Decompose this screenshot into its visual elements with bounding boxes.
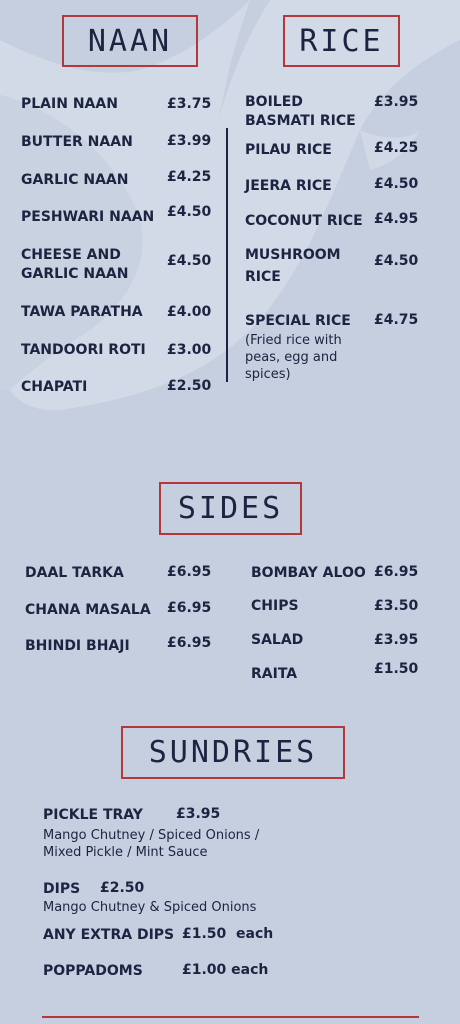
rice-item-name: COCONUT RICE	[245, 213, 363, 229]
naan-item-price: £4.00	[167, 304, 212, 320]
rice-item-name: MUSHROOM RICE	[245, 247, 341, 285]
naan-section-title: NAAN	[62, 15, 198, 67]
sundries-title-text: SUNDRIES	[148, 735, 318, 770]
rice-item-price: £4.75	[374, 312, 419, 328]
naan-item-price: £3.00	[167, 342, 212, 358]
sides-section-title: SIDES	[159, 482, 302, 535]
dips-price: £2.50	[100, 880, 145, 896]
naan-item-price: £3.99	[167, 133, 212, 149]
pickle-tray-name: PICKLE TRAY	[43, 807, 143, 823]
naan-item-name: PESHWARI NAAN	[21, 209, 155, 225]
pickle-tray-note: Mango Chutney / Spiced Onions / Mixed Pi…	[43, 828, 260, 860]
naan-item-price: £4.50	[167, 253, 212, 269]
rice-item-price: £4.50	[374, 176, 419, 192]
naan-item-name: BUTTER NAAN	[21, 134, 133, 150]
sides-item-price: £6.95	[167, 635, 212, 651]
sides-item-name: CHANA MASALA	[25, 602, 151, 618]
rice-item-price: £4.25	[374, 140, 419, 156]
pickle-tray-price: £3.95	[176, 806, 221, 822]
naan-item-price: £2.50	[167, 378, 212, 394]
rice-item-note: (Fried rice with peas, egg and spices)	[245, 333, 342, 382]
naan-item-name: PLAIN NAAN	[21, 96, 118, 112]
dips-note: Mango Chutney & Spiced Onions	[43, 900, 257, 915]
rice-item-name: PILAU RICE	[245, 142, 332, 158]
extra-dips-name: ANY EXTRA DIPS	[43, 927, 175, 943]
sides-item-name: BOMBAY ALOO	[251, 565, 366, 581]
sides-item-name: RAITA	[251, 666, 298, 682]
sides-item-name: BHINDI BHAJI	[25, 638, 130, 654]
naan-item-name: TANDOORI ROTI	[21, 342, 146, 358]
sundries-section-title: SUNDRIES	[121, 726, 345, 779]
sides-item-price: £3.50	[374, 598, 419, 614]
sides-item-name: CHIPS	[251, 598, 299, 614]
rice-item-price: £4.50	[374, 253, 419, 269]
sides-item-price: £6.95	[167, 564, 212, 580]
dips-name: DIPS	[43, 881, 81, 897]
sides-title-text: SIDES	[177, 491, 284, 526]
poppadoms-price: £1.00 each	[182, 962, 269, 978]
sides-item-price: £3.95	[374, 632, 419, 648]
sides-item-price: £6.95	[167, 600, 212, 616]
poppadoms-name: POPPADOMS	[43, 963, 143, 979]
sides-item-name: SALAD	[251, 632, 304, 648]
rice-item-name: BOILED BASMATI RICE	[245, 94, 356, 129]
sides-item-name: DAAL TARKA	[25, 565, 124, 581]
naan-item-name: CHEESE AND GARLIC NAAN	[21, 247, 129, 282]
rice-section-title: RICE	[283, 15, 400, 67]
rice-title-text: RICE	[299, 23, 384, 59]
naan-item-price: £4.50	[167, 204, 212, 220]
rice-item-price: £3.95	[374, 94, 419, 110]
naan-item-price: £4.25	[167, 169, 212, 185]
naan-title-text: NAAN	[87, 23, 173, 59]
sides-item-price: £1.50	[374, 661, 419, 677]
column-divider	[226, 128, 228, 382]
bottom-divider	[42, 1016, 419, 1018]
naan-item-name: GARLIC NAAN	[21, 172, 129, 188]
naan-item-name: CHAPATI	[21, 379, 88, 395]
naan-item-price: £3.75	[167, 96, 212, 112]
extra-dips-price: £1.50 each	[182, 926, 274, 942]
rice-item-name: JEERA RICE	[245, 178, 332, 194]
naan-item-name: TAWA PARATHA	[21, 304, 143, 320]
rice-item-price: £4.95	[374, 211, 419, 227]
sides-item-price: £6.95	[374, 564, 419, 580]
rice-item-name: SPECIAL RICE	[245, 313, 351, 329]
